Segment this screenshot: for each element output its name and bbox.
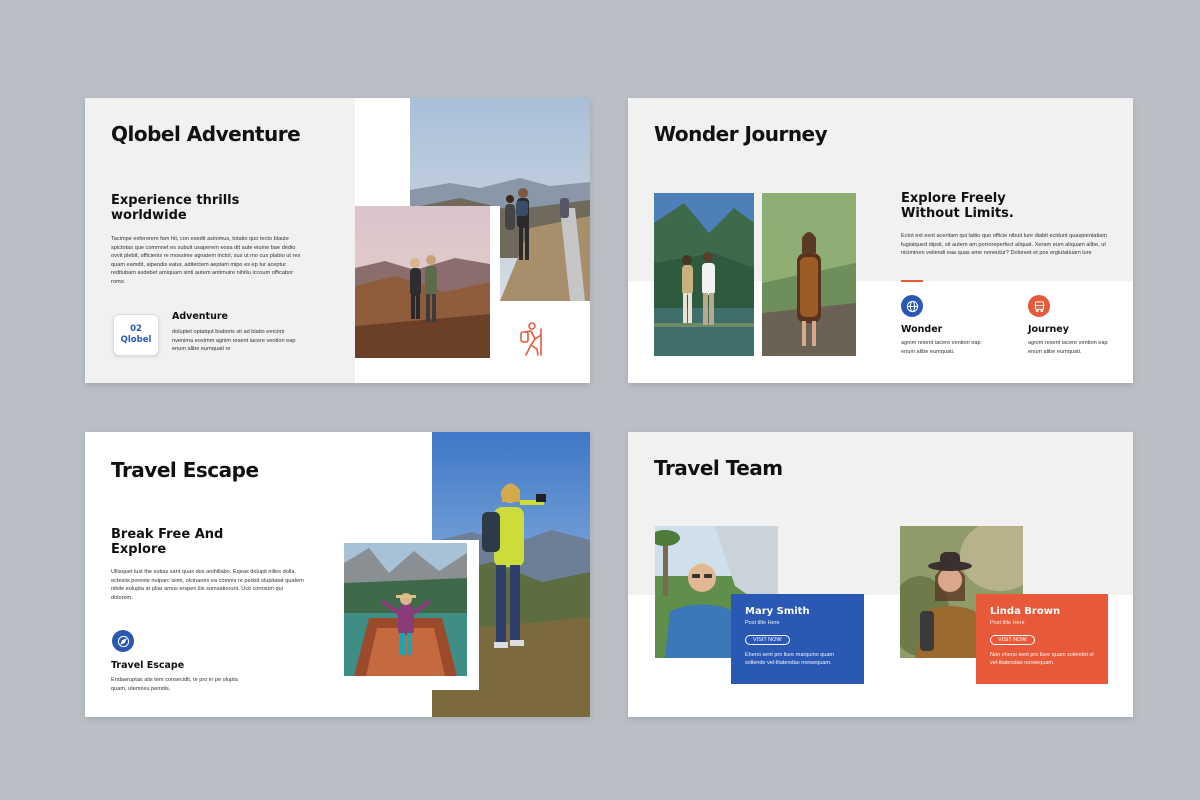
slide-wonder-journey[interactable]: Wonder Journey Explore Freely Without Li…: [628, 98, 1133, 383]
compass-icon: [112, 630, 134, 652]
section-text: doluptet optatqut biaboris sit ad blatio…: [172, 329, 296, 353]
feature-text-journey: agnim resent iacere vention eap enum ali…: [1028, 340, 1108, 355]
slide-title: Qlobel Adventure: [111, 122, 301, 146]
slide-body-text: Ullisquet lust the estias sant quas dos …: [111, 569, 304, 601]
visit-now-button[interactable]: VISIT NOW: [990, 635, 1035, 645]
slide-subtitle: Explore Freely Without Limits.: [901, 191, 1014, 221]
feature-text-wonder: agnim resent iacere vention eap enum ali…: [901, 340, 981, 355]
visit-now-button[interactable]: VISIT NOW: [745, 635, 790, 645]
section-label: Adventure: [172, 311, 228, 322]
slide-qlobel-adventure[interactable]: Qlobel Adventure Experience thrills worl…: [85, 98, 590, 383]
badge-number: 02: [130, 324, 142, 334]
team-card-linda-brown: Linda Brown Post title Here VISIT NOW No…: [976, 594, 1108, 684]
globe-icon: [901, 295, 923, 317]
member-text: Eheno sent pro liure marquino quam solle…: [745, 652, 834, 666]
section-text: Endaeruptas alis tem consecidit, te pro …: [111, 677, 238, 692]
feature-label-journey: Journey: [1028, 324, 1069, 335]
slide-title: Travel Team: [654, 456, 783, 480]
member-name: Mary Smith: [745, 606, 810, 617]
member-name: Linda Brown: [990, 606, 1061, 617]
couple-lake-photo: [654, 193, 754, 356]
slide-title: Wonder Journey: [654, 122, 828, 146]
slide-travel-escape[interactable]: Travel Escape Break Free And Explore Ull…: [85, 432, 590, 717]
member-post-title: Post title Here: [745, 620, 780, 626]
slide-subtitle: Experience thrills worldwide: [111, 193, 240, 223]
section-label: Travel Escape: [111, 660, 185, 671]
accent-divider: [901, 280, 923, 282]
member-text: Non eheno sent pro liure quam solendet o…: [990, 652, 1094, 666]
member-post-title: Post title Here: [990, 620, 1025, 626]
feature-label-wonder: Wonder: [901, 324, 943, 335]
bus-icon: [1028, 295, 1050, 317]
number-badge: 02 Qlobel: [113, 314, 159, 356]
slide-body-text: Tacimpe exferorem fam hit, con esedit as…: [111, 236, 301, 285]
team-card-mary-smith: Mary Smith Post title Here VISIT NOW Ehe…: [731, 594, 864, 684]
woman-forest-photo: [762, 193, 856, 356]
slide-body-text: Ectot ext exnt aceritam qui lattio quo o…: [901, 233, 1108, 257]
woman-boat-photo: [344, 543, 467, 676]
slide-subtitle: Break Free And Explore: [111, 527, 224, 557]
slide-travel-team[interactable]: Travel Team Mary Smith Post title Here V…: [628, 432, 1133, 717]
hiker-icon: [517, 321, 545, 357]
couple-sunset-photo: [355, 206, 490, 358]
slide-title: Travel Escape: [111, 458, 259, 482]
badge-name: Qlobel: [120, 335, 152, 345]
